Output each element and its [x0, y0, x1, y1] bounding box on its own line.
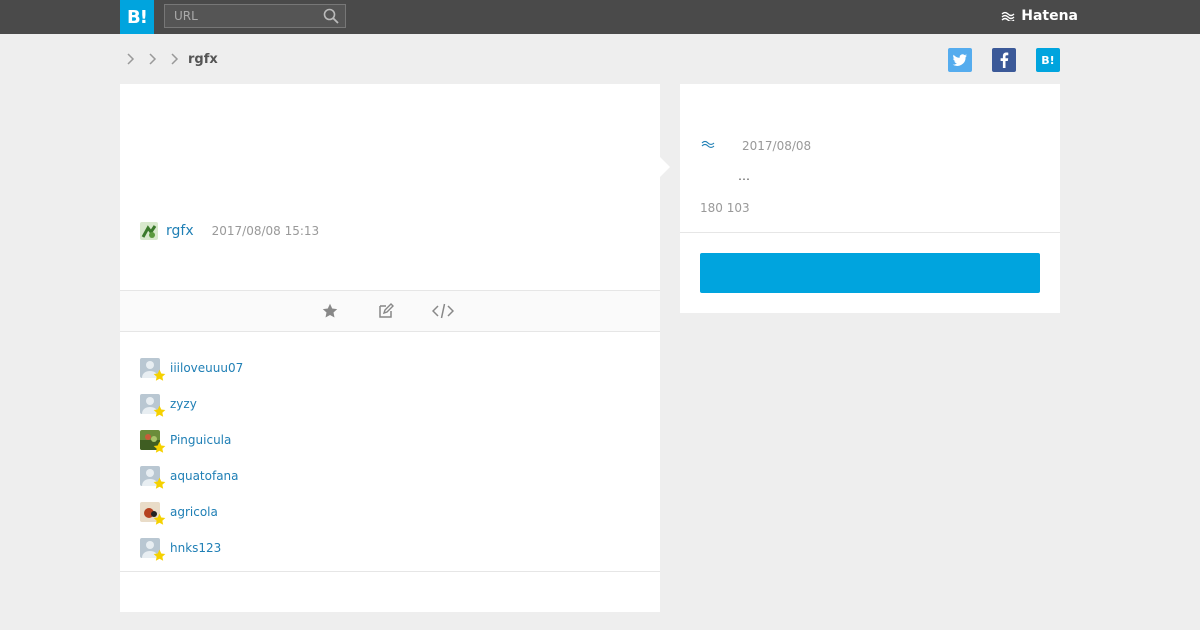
hatena-wave-icon	[701, 140, 715, 149]
hatena-brand-link[interactable]: Hatena	[1001, 8, 1078, 24]
avatar[interactable]	[140, 222, 158, 240]
star-badge-icon	[153, 477, 166, 489]
hatena-bookmark-logo[interactable]: B!	[120, 0, 154, 34]
embed-code-button[interactable]	[432, 301, 454, 321]
twitter-share-button[interactable]	[948, 48, 972, 72]
breadcrumb-chevron-icon[interactable]	[142, 49, 164, 69]
divider	[120, 571, 660, 572]
breadcrumb: rgfx	[120, 49, 218, 69]
star-badge-icon	[153, 549, 166, 561]
bookmark-cta-button[interactable]	[700, 253, 1040, 293]
star-badge-icon	[153, 441, 166, 453]
list-item[interactable]: agricola	[140, 494, 243, 530]
breadcrumb-chevron-icon[interactable]	[164, 49, 186, 69]
avatar[interactable]	[140, 538, 166, 561]
search-box	[164, 4, 346, 28]
list-item[interactable]: Pinguicula	[140, 422, 243, 458]
star-badge-icon	[153, 513, 166, 525]
twitter-icon	[952, 54, 967, 66]
list-item[interactable]: iiiloveuuu07	[140, 350, 243, 386]
divider	[680, 232, 1060, 233]
breadcrumb-chevron-icon[interactable]	[120, 49, 142, 69]
star-user-link[interactable]: agricola	[170, 505, 218, 519]
facebook-share-button[interactable]	[992, 48, 1016, 72]
search-icon[interactable]	[323, 8, 339, 24]
star-user-link[interactable]: aquatofana	[170, 469, 239, 483]
star-badge-icon	[153, 405, 166, 417]
list-item[interactable]: zyzy	[140, 386, 243, 422]
star-badge-icon	[153, 369, 166, 381]
edit-icon	[379, 303, 394, 318]
star-user-link[interactable]: iiiloveuuu07	[170, 361, 243, 375]
star-user-list: iiiloveuuu07 zyzy Pinguicula aquatofana …	[140, 350, 243, 566]
star-user-link[interactable]: zyzy	[170, 397, 197, 411]
add-star-button[interactable]	[319, 301, 341, 321]
entry-excerpt: …	[738, 169, 750, 183]
facebook-icon	[1000, 52, 1009, 68]
entry-toolbar	[120, 290, 660, 332]
avatar[interactable]	[140, 394, 166, 417]
entry-info-panel: 2017/08/08 … 180 103	[680, 84, 1060, 313]
avatar[interactable]	[140, 466, 166, 489]
hatena-bookmark-share-button[interactable]: B!	[1036, 48, 1060, 72]
list-item[interactable]: aquatofana	[140, 458, 243, 494]
avatar[interactable]	[140, 430, 166, 453]
entry-timestamp: 2017/08/08 15:13	[211, 224, 320, 238]
entry-date: 2017/08/08	[742, 139, 812, 153]
entry-user-link[interactable]: rgfx	[166, 223, 194, 239]
panel-pointer	[660, 157, 670, 177]
star-icon	[322, 303, 338, 318]
bookmark-counts: 180 103	[700, 201, 750, 215]
top-bar: B! Hatena	[0, 0, 1200, 34]
entry-meta: rgfx 2017/08/08 15:13	[140, 222, 319, 240]
entry-panel: rgfx 2017/08/08 15:13 iiiloveuuu07 zyzy …	[120, 84, 660, 612]
breadcrumb-current: rgfx	[188, 51, 218, 67]
list-item[interactable]: hnks123	[140, 530, 243, 566]
edit-comment-button[interactable]	[375, 301, 397, 321]
avatar[interactable]	[140, 502, 166, 525]
brand-label: Hatena	[1021, 8, 1078, 24]
hatena-wave-icon	[1001, 11, 1015, 21]
star-user-link[interactable]: Pinguicula	[170, 433, 231, 447]
hatena-bookmark-icon: B!	[1041, 53, 1055, 67]
code-icon	[432, 303, 454, 319]
search-input[interactable]	[165, 5, 324, 27]
avatar[interactable]	[140, 358, 166, 381]
star-user-link[interactable]: hnks123	[170, 541, 221, 555]
